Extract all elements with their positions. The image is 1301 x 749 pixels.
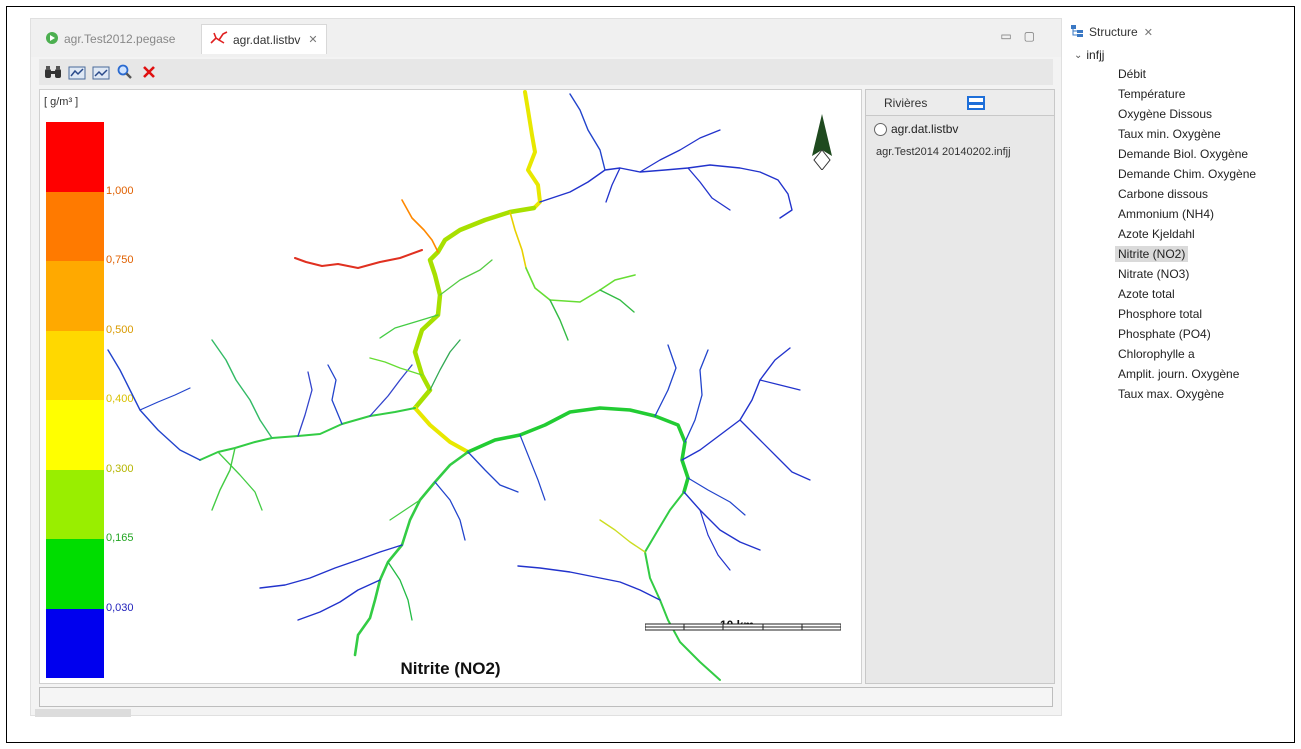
tree-item[interactable]: Phosphore total — [1118, 304, 1280, 324]
map-title: Nitrite (NO2) — [400, 659, 501, 678]
river-network-map — [107, 90, 811, 681]
chart-import-icon[interactable] — [91, 62, 111, 82]
tree-item-label: Taux max. Oxygène — [1118, 387, 1225, 401]
tree-item-label: Taux min. Oxygène — [1118, 127, 1221, 141]
editor-area: agr.Test2012.pegase agr.dat.listbv ✕ ▭▢ — [30, 18, 1062, 717]
tree-item-label: Phosphate (PO4) — [1118, 327, 1211, 341]
tree-item-label: Température — [1118, 87, 1186, 101]
close-icon[interactable]: ✕ — [308, 33, 317, 46]
tree-item-label: Nitrite (NO2) — [1115, 246, 1189, 262]
layers-header: Rivières — [866, 90, 1054, 116]
layer-item[interactable]: agr.dat.listbv — [874, 122, 1054, 136]
tab-listbv[interactable]: agr.dat.listbv ✕ — [201, 24, 327, 54]
zoom-icon[interactable] — [115, 62, 135, 82]
layers-header-label: Rivières — [884, 95, 928, 110]
layer-item-label: agr.Test2014 20140202.infjj — [876, 146, 1011, 158]
river-east-main — [466, 406, 690, 494]
trib-red — [294, 249, 423, 269]
map-toolbar — [39, 59, 1053, 85]
river-south-main — [353, 450, 470, 657]
tree-item-label: Carbone dissous — [1118, 187, 1209, 201]
tree-item[interactable]: Chlorophylle a — [1118, 344, 1280, 364]
tab-pegase[interactable]: agr.Test2012.pegase — [37, 24, 183, 54]
river-main-mid — [412, 205, 537, 411]
tree-item-label: Nitrate (NO3) — [1118, 267, 1190, 281]
tree-item[interactable]: Température — [1118, 84, 1280, 104]
tree-item[interactable]: Nitrite (NO2) — [1115, 244, 1280, 264]
map-view[interactable]: [ g/m³ ] 1,000 0,750 0,500 0,400 0,300 0,165 0… — [39, 89, 862, 684]
layer-item[interactable]: agr.Test2014 20140202.infjj — [876, 146, 1054, 158]
tree-item[interactable]: Demande Chim. Oxygène — [1118, 164, 1280, 184]
tree-item-label: Chlorophylle a — [1118, 347, 1195, 361]
chart-export-icon[interactable] — [67, 62, 87, 82]
tab-label: agr.dat.listbv — [233, 32, 301, 47]
structure-header: Structure ✕ — [1066, 18, 1280, 46]
radio-icon[interactable] — [874, 122, 887, 136]
binoculars-icon[interactable] — [43, 62, 63, 82]
tree-list: Débit Température Oxygène Dissous Taux min.… — [1066, 64, 1280, 404]
tree-item[interactable]: Oxygène Dissous — [1118, 104, 1280, 124]
tree-item-label: Demande Chim. Oxygène — [1118, 167, 1257, 181]
structure-title: Structure — [1089, 25, 1138, 39]
tree-item[interactable]: Carbone dissous — [1118, 184, 1280, 204]
tree-item[interactable]: Nitrate (NO3) — [1118, 264, 1280, 284]
tree-item-label: Azote Kjeldahl — [1118, 227, 1195, 241]
tree-item[interactable]: Demande Biol. Oxygène — [1118, 144, 1280, 164]
tree-item[interactable]: Amplit. journ. Oxygène — [1118, 364, 1280, 384]
tree-item[interactable]: Azote total — [1118, 284, 1280, 304]
tree-item[interactable]: Phosphate (PO4) — [1118, 324, 1280, 344]
chevron-down-icon[interactable]: ⌄ — [1074, 50, 1082, 61]
tree-item[interactable]: Azote Kjeldahl — [1118, 224, 1280, 244]
delete-icon[interactable] — [139, 62, 159, 82]
tree-item-label: Oxygène Dissous — [1118, 107, 1213, 121]
tree-item[interactable]: Débit — [1118, 64, 1280, 84]
close-icon[interactable]: ✕ — [1144, 26, 1153, 39]
tree-item-label: Azote total — [1118, 287, 1175, 301]
tree-item-label: Phosphore total — [1118, 307, 1203, 321]
maximize-icon[interactable]: ▢ — [1024, 29, 1047, 43]
pegase-run-icon — [45, 31, 59, 48]
view-controls: ▭▢ — [1000, 29, 1047, 43]
tree-item[interactable]: Taux min. Oxygène — [1118, 124, 1280, 144]
scale-bar — [645, 623, 841, 631]
north-arrow-icon — [812, 114, 832, 170]
bottom-tab — [35, 709, 131, 717]
editor-tabbar: agr.Test2012.pegase agr.dat.listbv ✕ ▭▢ — [31, 19, 1061, 57]
tree-item-label: Débit — [1118, 67, 1147, 81]
river-network-icon — [210, 31, 228, 48]
tab-label: agr.Test2012.pegase — [64, 32, 176, 46]
status-bar — [39, 687, 1053, 707]
tree-item[interactable]: Taux max. Oxygène — [1118, 384, 1280, 404]
tree-root[interactable]: ⌄ infjj — [1066, 48, 1280, 62]
minimize-icon[interactable]: ▭ — [1000, 29, 1023, 43]
layers-panel: Rivières agr.dat.listbv agr.Test2014 201… — [865, 89, 1055, 684]
tree-item-label: Demande Biol. Oxygène — [1118, 147, 1249, 161]
tree-root-label: infjj — [1086, 48, 1105, 62]
tree-item[interactable]: Ammonium (NH4) — [1118, 204, 1280, 224]
layer-toggle-icon[interactable] — [967, 95, 986, 110]
layer-item-label: agr.dat.listbv — [891, 122, 959, 136]
river-main-upper — [523, 90, 542, 210]
tree-item-label: Ammonium (NH4) — [1118, 207, 1215, 221]
structure-icon — [1070, 24, 1084, 41]
structure-panel: Structure ✕ ⌄ infjj Débit Température Oxyg… — [1066, 18, 1280, 418]
river-main-low — [413, 406, 470, 454]
tree-item-label: Amplit. journ. Oxygène — [1118, 367, 1240, 381]
